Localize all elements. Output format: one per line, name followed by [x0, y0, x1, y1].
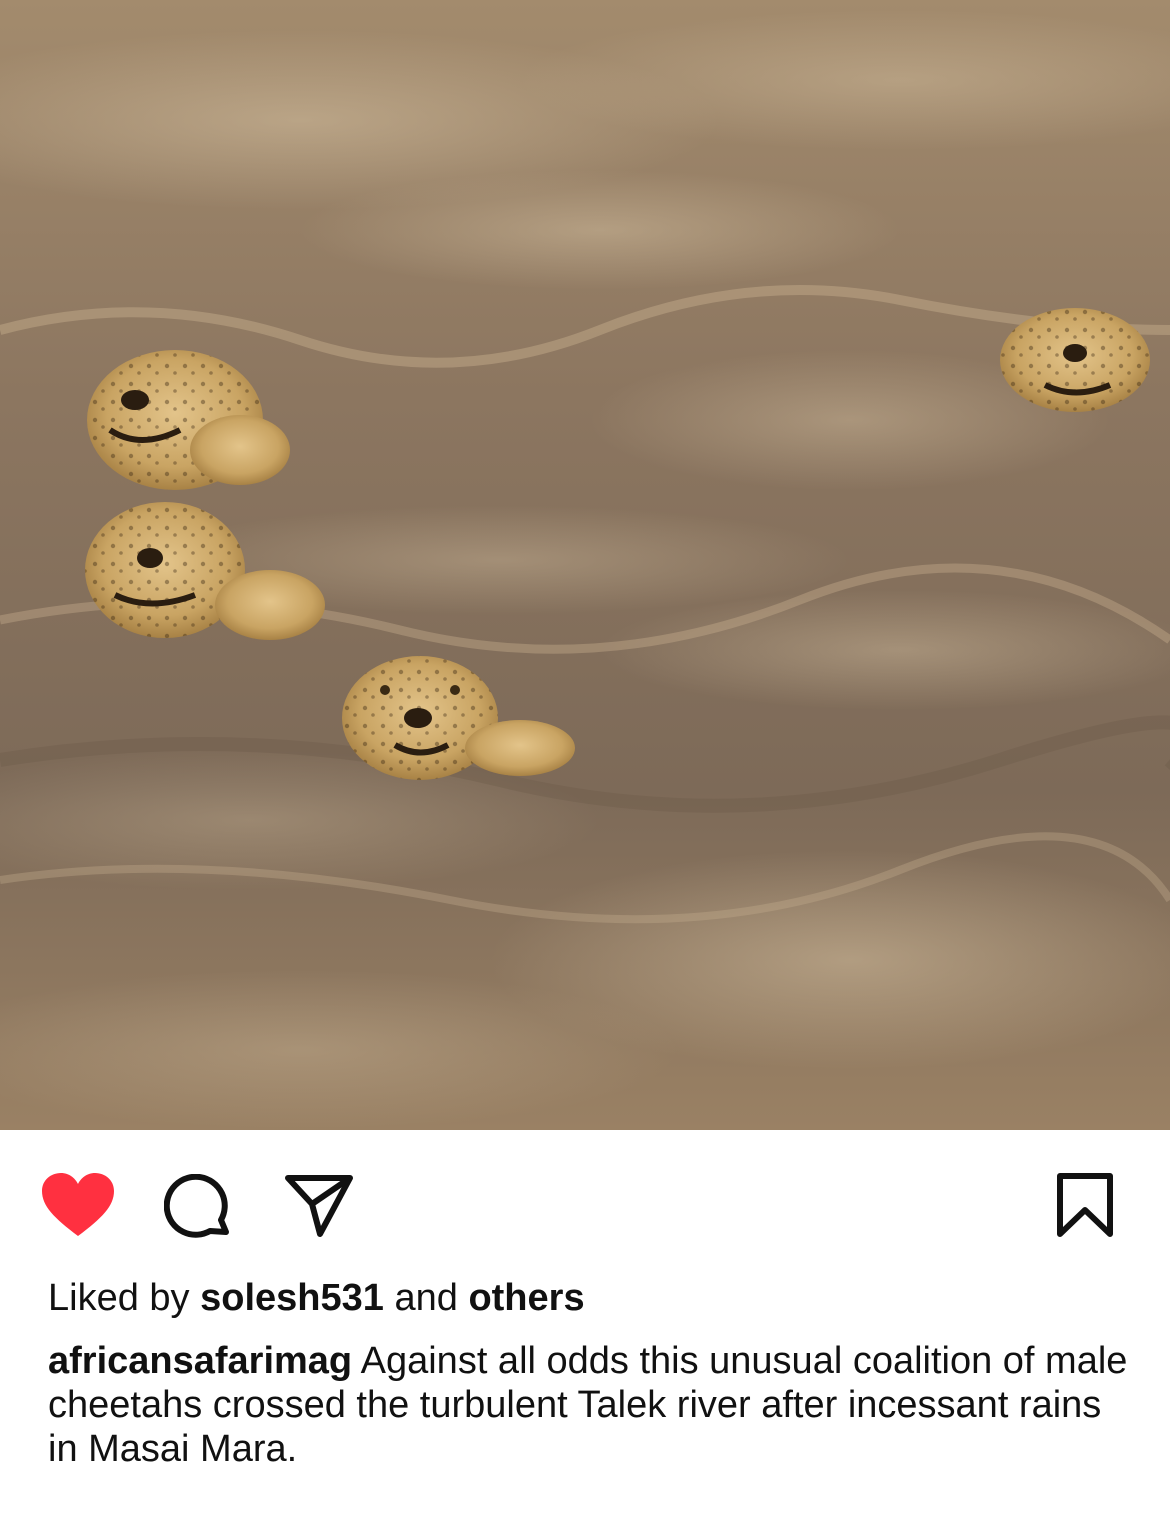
paper-plane-icon[interactable]	[284, 1174, 354, 1238]
cheetahs-crossing-river-photo	[0, 0, 1170, 1130]
likes-connector: and	[394, 1277, 458, 1319]
caption-username[interactable]: africansafarimag	[48, 1340, 352, 1382]
likes-summary[interactable]: Liked by solesh531 and others	[48, 1275, 1128, 1321]
liked-by-username[interactable]: solesh531	[200, 1277, 384, 1319]
post-action-bar	[0, 1130, 1170, 1270]
likes-others[interactable]: others	[468, 1277, 584, 1319]
comment-bubble-icon[interactable]	[164, 1174, 234, 1244]
likes-prefix: Liked by	[48, 1277, 190, 1319]
post-photo[interactable]	[0, 0, 1170, 1130]
bookmark-icon[interactable]	[1056, 1172, 1114, 1238]
heart-filled-icon[interactable]	[40, 1172, 116, 1238]
post-caption: africansafarimag Against all odds this u…	[48, 1339, 1138, 1471]
